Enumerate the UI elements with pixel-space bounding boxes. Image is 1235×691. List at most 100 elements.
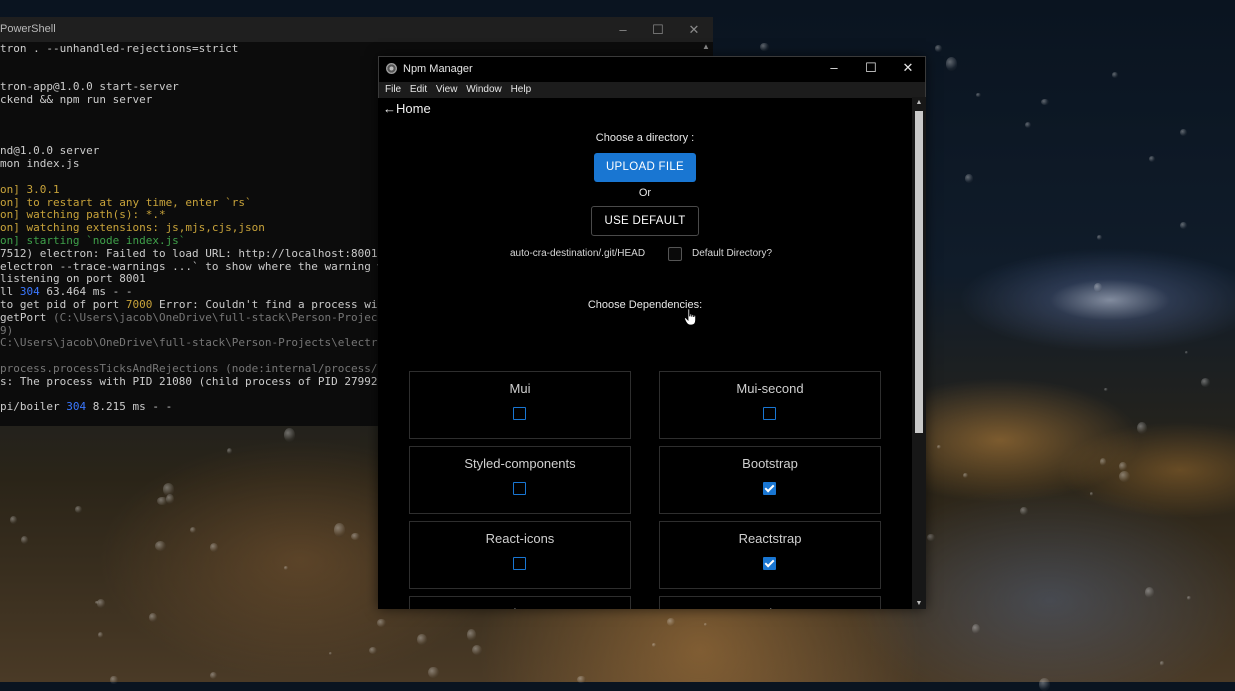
dependency-card: Spinner xyxy=(409,596,631,609)
rain-drop xyxy=(110,675,118,685)
rain-drop xyxy=(1020,506,1028,516)
rain-drop xyxy=(466,629,477,642)
terminal-text: on] to restart at any time, enter `rs` xyxy=(0,195,252,209)
rain-drop xyxy=(417,634,427,646)
maximize-icon[interactable]: ☐ xyxy=(640,17,676,42)
dependency-label: Mui-second xyxy=(736,381,804,396)
minimize-icon[interactable]: – xyxy=(605,17,641,42)
scrollbar-thumb[interactable] xyxy=(915,111,923,433)
scroll-down-icon[interactable]: ▼ xyxy=(912,600,926,607)
dependency-label: Bootstrap xyxy=(742,456,798,471)
rain-drop xyxy=(1186,596,1192,600)
powershell-titlebar: PowerShell – ☐ ✕ xyxy=(0,17,713,42)
powershell-title: PowerShell xyxy=(0,23,56,35)
rain-drop xyxy=(210,672,218,679)
terminal-text: 9) xyxy=(0,323,14,337)
choose-dependencies-label: Choose Dependencies: xyxy=(587,299,703,311)
rain-drop xyxy=(1041,99,1049,106)
rain-drop xyxy=(1094,283,1102,293)
terminal-text: getPort xyxy=(0,310,53,324)
terminal-text: 63.464 ms - - xyxy=(39,285,133,299)
scroll-up-icon[interactable]: ▲ xyxy=(699,42,713,51)
rain-drop xyxy=(1149,156,1155,162)
terminal-text: tron-app@1.0.0 start-server xyxy=(0,80,179,94)
app-scrollbar[interactable]: ▲ ▼ xyxy=(912,97,926,609)
terminal-text: 304 xyxy=(66,400,87,414)
rain-drop xyxy=(472,645,483,656)
terminal-text: ll xyxy=(0,285,20,299)
rain-drop xyxy=(1039,678,1050,691)
menu-view[interactable]: View xyxy=(436,84,458,95)
choose-directory-label: Choose a directory : xyxy=(595,132,695,144)
rain-drop xyxy=(95,600,100,604)
directory-path: auto-cra-destination/.git/HEAD xyxy=(510,248,646,259)
scroll-up-icon[interactable]: ▲ xyxy=(912,99,926,106)
rain-drop xyxy=(1097,234,1103,240)
menu-edit[interactable]: Edit xyxy=(410,84,427,95)
hand-pointer-icon xyxy=(684,308,698,331)
rain-drop xyxy=(189,527,196,534)
app-content: ←Home Choose a directory : UPLOAD FILE O… xyxy=(378,97,912,609)
rain-drop xyxy=(1119,462,1127,472)
rain-drop xyxy=(283,566,289,571)
dependency-checkbox[interactable] xyxy=(763,557,776,570)
rain-drop xyxy=(945,57,958,72)
npm-app-icon xyxy=(386,63,397,74)
rain-drop xyxy=(10,515,18,525)
home-link[interactable]: ←Home xyxy=(383,101,431,116)
dependency-label: Spinner xyxy=(410,606,630,609)
dependency-label: Axios xyxy=(660,606,880,609)
rain-drop xyxy=(927,533,935,542)
terminal-text: ckend && npm run server xyxy=(0,93,153,107)
rain-drop xyxy=(935,45,942,52)
terminal-text: listening on port 8001 xyxy=(0,272,146,286)
rain-drop xyxy=(652,643,656,647)
terminal-text: 7000 xyxy=(125,297,153,311)
terminal-text: mon index.js xyxy=(0,157,80,171)
menu-bar: File Edit View Window Help xyxy=(378,82,926,98)
close-icon[interactable]: ✕ xyxy=(676,17,712,42)
rain-drop xyxy=(329,652,333,656)
maximize-icon[interactable]: ☐ xyxy=(852,60,890,76)
default-directory-label: Default Directory? xyxy=(692,248,773,259)
dependency-checkbox[interactable] xyxy=(763,482,776,495)
rain-drop xyxy=(1159,661,1164,666)
dependency-checkbox[interactable] xyxy=(763,407,776,420)
rain-drop xyxy=(428,666,439,678)
rain-drop xyxy=(1089,492,1094,496)
npm-titlebar: Npm Manager – ☐ ✕ xyxy=(378,56,926,82)
terminal-text: s: The process with PID 21080 (child pro… xyxy=(0,374,398,388)
dependency-label: Mui xyxy=(509,381,531,396)
rain-drop xyxy=(704,623,708,627)
rain-drop xyxy=(1025,121,1032,128)
dependency-checkbox[interactable] xyxy=(513,482,526,495)
use-default-button[interactable]: USE DEFAULT xyxy=(591,206,699,236)
rain-drop xyxy=(283,428,295,443)
terminal-text: (C:\Users\jacob\OneDrive\full-stack\Pers… xyxy=(52,310,391,324)
dependency-checkbox[interactable] xyxy=(513,407,526,420)
rain-drop xyxy=(1184,350,1189,355)
minimize-icon[interactable]: – xyxy=(815,60,853,75)
terminal-text: 304 xyxy=(19,285,40,299)
close-icon[interactable]: ✕ xyxy=(889,60,927,76)
rain-drop xyxy=(98,631,104,639)
dependency-checkbox[interactable] xyxy=(513,557,526,570)
rain-drop xyxy=(972,623,981,635)
terminal-text: 7512) electron: Failed to load URL: http… xyxy=(0,246,385,260)
rain-drop xyxy=(1201,378,1211,388)
menu-file[interactable]: File xyxy=(385,84,401,95)
menu-window[interactable]: Window xyxy=(466,84,502,95)
upload-file-button[interactable]: UPLOAD FILE xyxy=(594,153,696,182)
rain-drop xyxy=(963,472,969,479)
dependency-card: Mui-second xyxy=(659,371,881,439)
rain-drop xyxy=(1100,458,1107,466)
terminal-text: on] 3.0.1 xyxy=(0,182,60,196)
rain-drop xyxy=(666,617,675,626)
rain-drop xyxy=(368,647,378,655)
default-directory-checkbox[interactable] xyxy=(668,247,682,261)
rain-drop xyxy=(1180,128,1188,137)
rain-drop xyxy=(1179,221,1187,229)
rain-drop xyxy=(333,522,345,537)
terminal-text: 8.215 ms - - xyxy=(86,400,173,414)
menu-help[interactable]: Help xyxy=(511,84,532,95)
